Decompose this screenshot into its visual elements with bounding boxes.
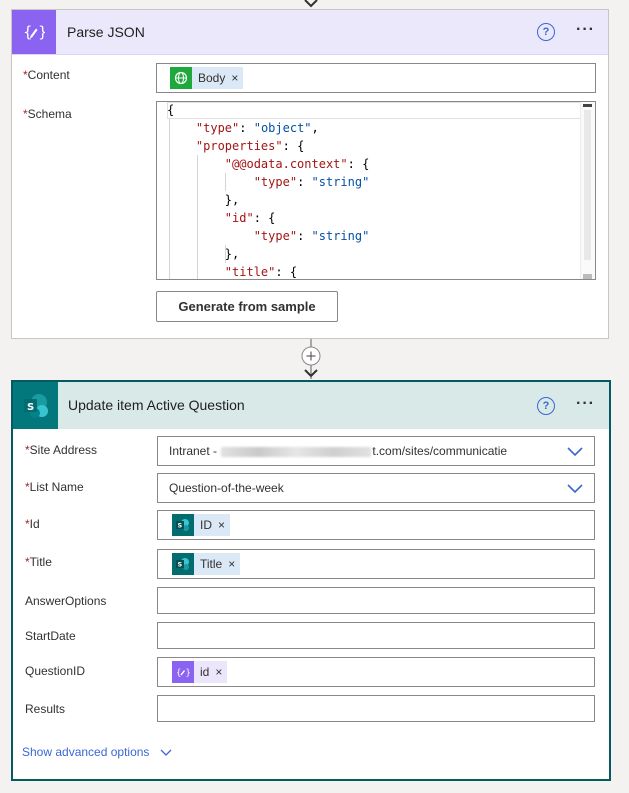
start-date-field[interactable] [157,622,595,649]
id-field[interactable]: S ID × [157,510,595,540]
svg-text:}: } [38,23,45,41]
code-line: "properties": { [195,139,305,153]
answer-options-field[interactable] [157,587,595,614]
list-name-dropdown[interactable]: Question-of-the-week [157,473,595,503]
json-action-icon: { } [12,10,56,54]
remove-token-icon[interactable]: × [215,665,227,679]
content-label: *Content [23,68,70,82]
update-item-title: Update item Active Question [68,397,245,413]
parse-json-header[interactable]: { } Parse JSON ? ··· [12,10,608,55]
schema-label: *Schema [23,107,72,121]
more-options-icon[interactable]: ··· [576,395,595,413]
results-field[interactable] [157,695,595,722]
http-globe-icon [170,67,192,89]
site-address-value: Intranet - t.com/sites/communicatie [169,444,508,458]
code-line: }, [167,193,240,207]
svg-text:}: } [186,669,191,679]
code-line: "type": "string" [253,175,370,189]
answer-options-label: AnswerOptions [25,594,107,608]
code-line: }, [167,247,240,261]
question-id-token[interactable]: {} id × [172,661,228,683]
list-name-value: Question-of-the-week [169,481,284,495]
id-token-label: ID [200,518,212,532]
json-expression-icon: {} [172,661,194,683]
more-options-icon[interactable]: ··· [576,21,595,39]
question-id-field[interactable]: {} id × [157,657,595,687]
connector-add-step[interactable] [299,339,323,381]
question-id-label: QuestionID [25,664,86,678]
sharepoint-icon: S [172,514,194,536]
question-id-token-label: id [200,665,210,679]
chevron-down-icon[interactable] [566,481,584,495]
code-line: "type": "string" [253,229,370,243]
start-date-label: StartDate [25,629,76,643]
generate-from-sample-button[interactable]: Generate from sample [156,291,338,322]
editor-scrollbar[interactable] [580,102,595,279]
remove-token-icon[interactable]: × [231,71,243,85]
list-name-label: *List Name [25,480,84,494]
title-label: *Title [25,555,52,569]
title-token-label: Title [200,557,223,571]
code-line: "@@odata.context": { [224,157,370,171]
id-label: *Id [25,517,40,531]
show-advanced-options-link[interactable]: Show advanced options [22,745,173,759]
code-line: "title": { [224,265,298,279]
site-address-label: *Site Address [25,443,98,457]
current-line-highlight [167,102,581,119]
chevron-down-icon[interactable] [566,444,584,458]
svg-text:S: S [178,561,183,569]
site-address-dropdown[interactable]: Intranet - t.com/sites/communicatie [157,436,595,466]
help-icon[interactable]: ? [537,23,555,41]
update-item-header[interactable]: S Update item Active Question ? ··· [13,382,609,429]
title-token[interactable]: S Title × [172,553,241,575]
schema-editor[interactable]: { "type": "object", "properties": { "@@o… [156,101,596,280]
content-field[interactable]: Body × [156,63,596,93]
scroll-up-icon[interactable] [583,104,592,107]
svg-text:{: { [176,669,181,679]
code-line: { [167,103,175,117]
sharepoint-icon: S [172,553,194,575]
parse-json-title: Parse JSON [67,24,145,40]
results-label: Results [25,702,66,716]
remove-token-icon[interactable]: × [218,518,230,532]
chevron-down-icon [160,749,172,756]
body-token[interactable]: Body × [170,67,244,89]
parse-json-card: { } Parse JSON ? ··· *Content Body × *Sc… [11,9,609,339]
svg-text:S: S [27,402,34,413]
svg-text:S: S [178,522,183,530]
update-item-card: S Update item Active Question ? ··· *Sit… [11,380,611,781]
remove-token-icon[interactable]: × [228,557,240,571]
help-icon[interactable]: ? [537,397,555,415]
id-token[interactable]: S ID × [172,514,231,536]
title-field[interactable]: S Title × [157,549,595,579]
code-line: "type": "object", [195,121,319,135]
sharepoint-icon: S [13,382,58,429]
svg-text:{: { [23,23,33,41]
code-line: "id": { [224,211,276,225]
body-token-label: Body [198,71,226,85]
scroll-thumb[interactable] [584,110,591,260]
scroll-down-icon[interactable] [583,274,592,279]
